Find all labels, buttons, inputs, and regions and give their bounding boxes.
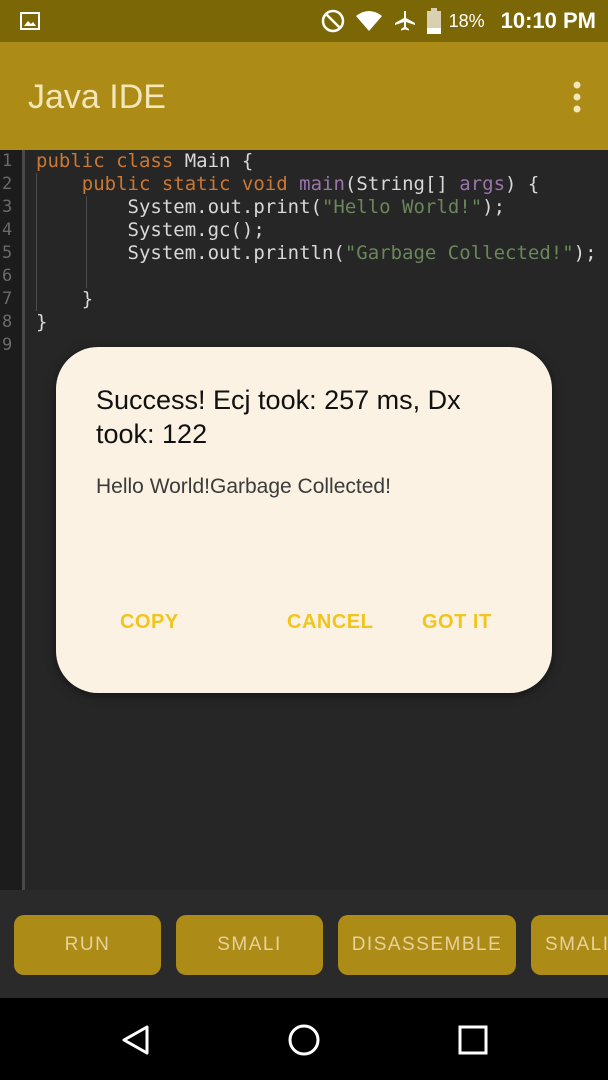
line-number: 1 — [2, 151, 13, 171]
action-toolbar: RUN SMALI DISASSEMBLE SMALI — [0, 890, 608, 998]
more-vert-icon[interactable] — [572, 80, 582, 114]
line-number: 9 — [2, 335, 13, 355]
line-number: 4 — [2, 220, 13, 240]
line-number: 5 — [2, 243, 13, 263]
code-line: System.gc(); — [36, 219, 265, 241]
image-icon — [20, 12, 40, 30]
do-not-disturb-icon — [321, 9, 344, 33]
run-button[interactable]: RUN — [14, 915, 161, 975]
status-icons: 18% 10:10 PM — [321, 0, 596, 42]
battery-icon — [426, 8, 441, 34]
line-number: 2 — [2, 174, 13, 194]
line-number-gutter: 1 2 3 4 5 6 7 8 9 — [0, 150, 25, 890]
result-dialog: Success! Ecj took: 257 ms, Dx took: 122 … — [56, 347, 552, 693]
smali-button[interactable]: SMALI — [176, 915, 323, 975]
recents-icon[interactable] — [455, 1022, 491, 1058]
code-line: } — [36, 288, 94, 310]
dialog-message: Hello World!Garbage Collected! — [96, 475, 391, 498]
code-line: System.out.println("Garbage Collected!")… — [36, 242, 597, 264]
code-line: public static void main(String[] args) { — [81, 173, 540, 195]
got-it-button[interactable]: GOT IT — [422, 611, 492, 634]
dialog-title: Success! Ecj took: 257 ms, Dx took: 122 — [96, 385, 461, 449]
home-icon[interactable] — [286, 1022, 322, 1058]
copy-button[interactable]: COPY — [120, 611, 179, 634]
app-title: Java IDE — [28, 78, 166, 116]
battery-percent: 18% — [448, 10, 485, 31]
cancel-button[interactable]: CANCEL — [287, 611, 373, 634]
wifi-icon — [355, 11, 382, 31]
navigation-bar — [0, 998, 608, 1080]
airplane-icon — [394, 11, 415, 31]
smali-button-2[interactable]: SMALI — [531, 915, 608, 975]
code-line: } — [36, 311, 48, 333]
code-line: System.out.print("Hello World!"); — [36, 196, 506, 218]
code-text: public class Main { public static void m… — [36, 150, 597, 348]
line-number: 6 — [2, 266, 13, 286]
line-number: 7 — [2, 289, 13, 309]
back-icon[interactable] — [118, 1022, 154, 1058]
line-number: 3 — [2, 197, 13, 217]
app-bar: Java IDE — [0, 42, 608, 150]
disassemble-button[interactable]: DISASSEMBLE — [338, 915, 516, 975]
code-line: public class Main { — [36, 150, 254, 172]
clock: 10:10 PM — [500, 8, 596, 33]
status-bar: 18% 10:10 PM — [0, 0, 608, 42]
line-number: 8 — [2, 312, 13, 332]
